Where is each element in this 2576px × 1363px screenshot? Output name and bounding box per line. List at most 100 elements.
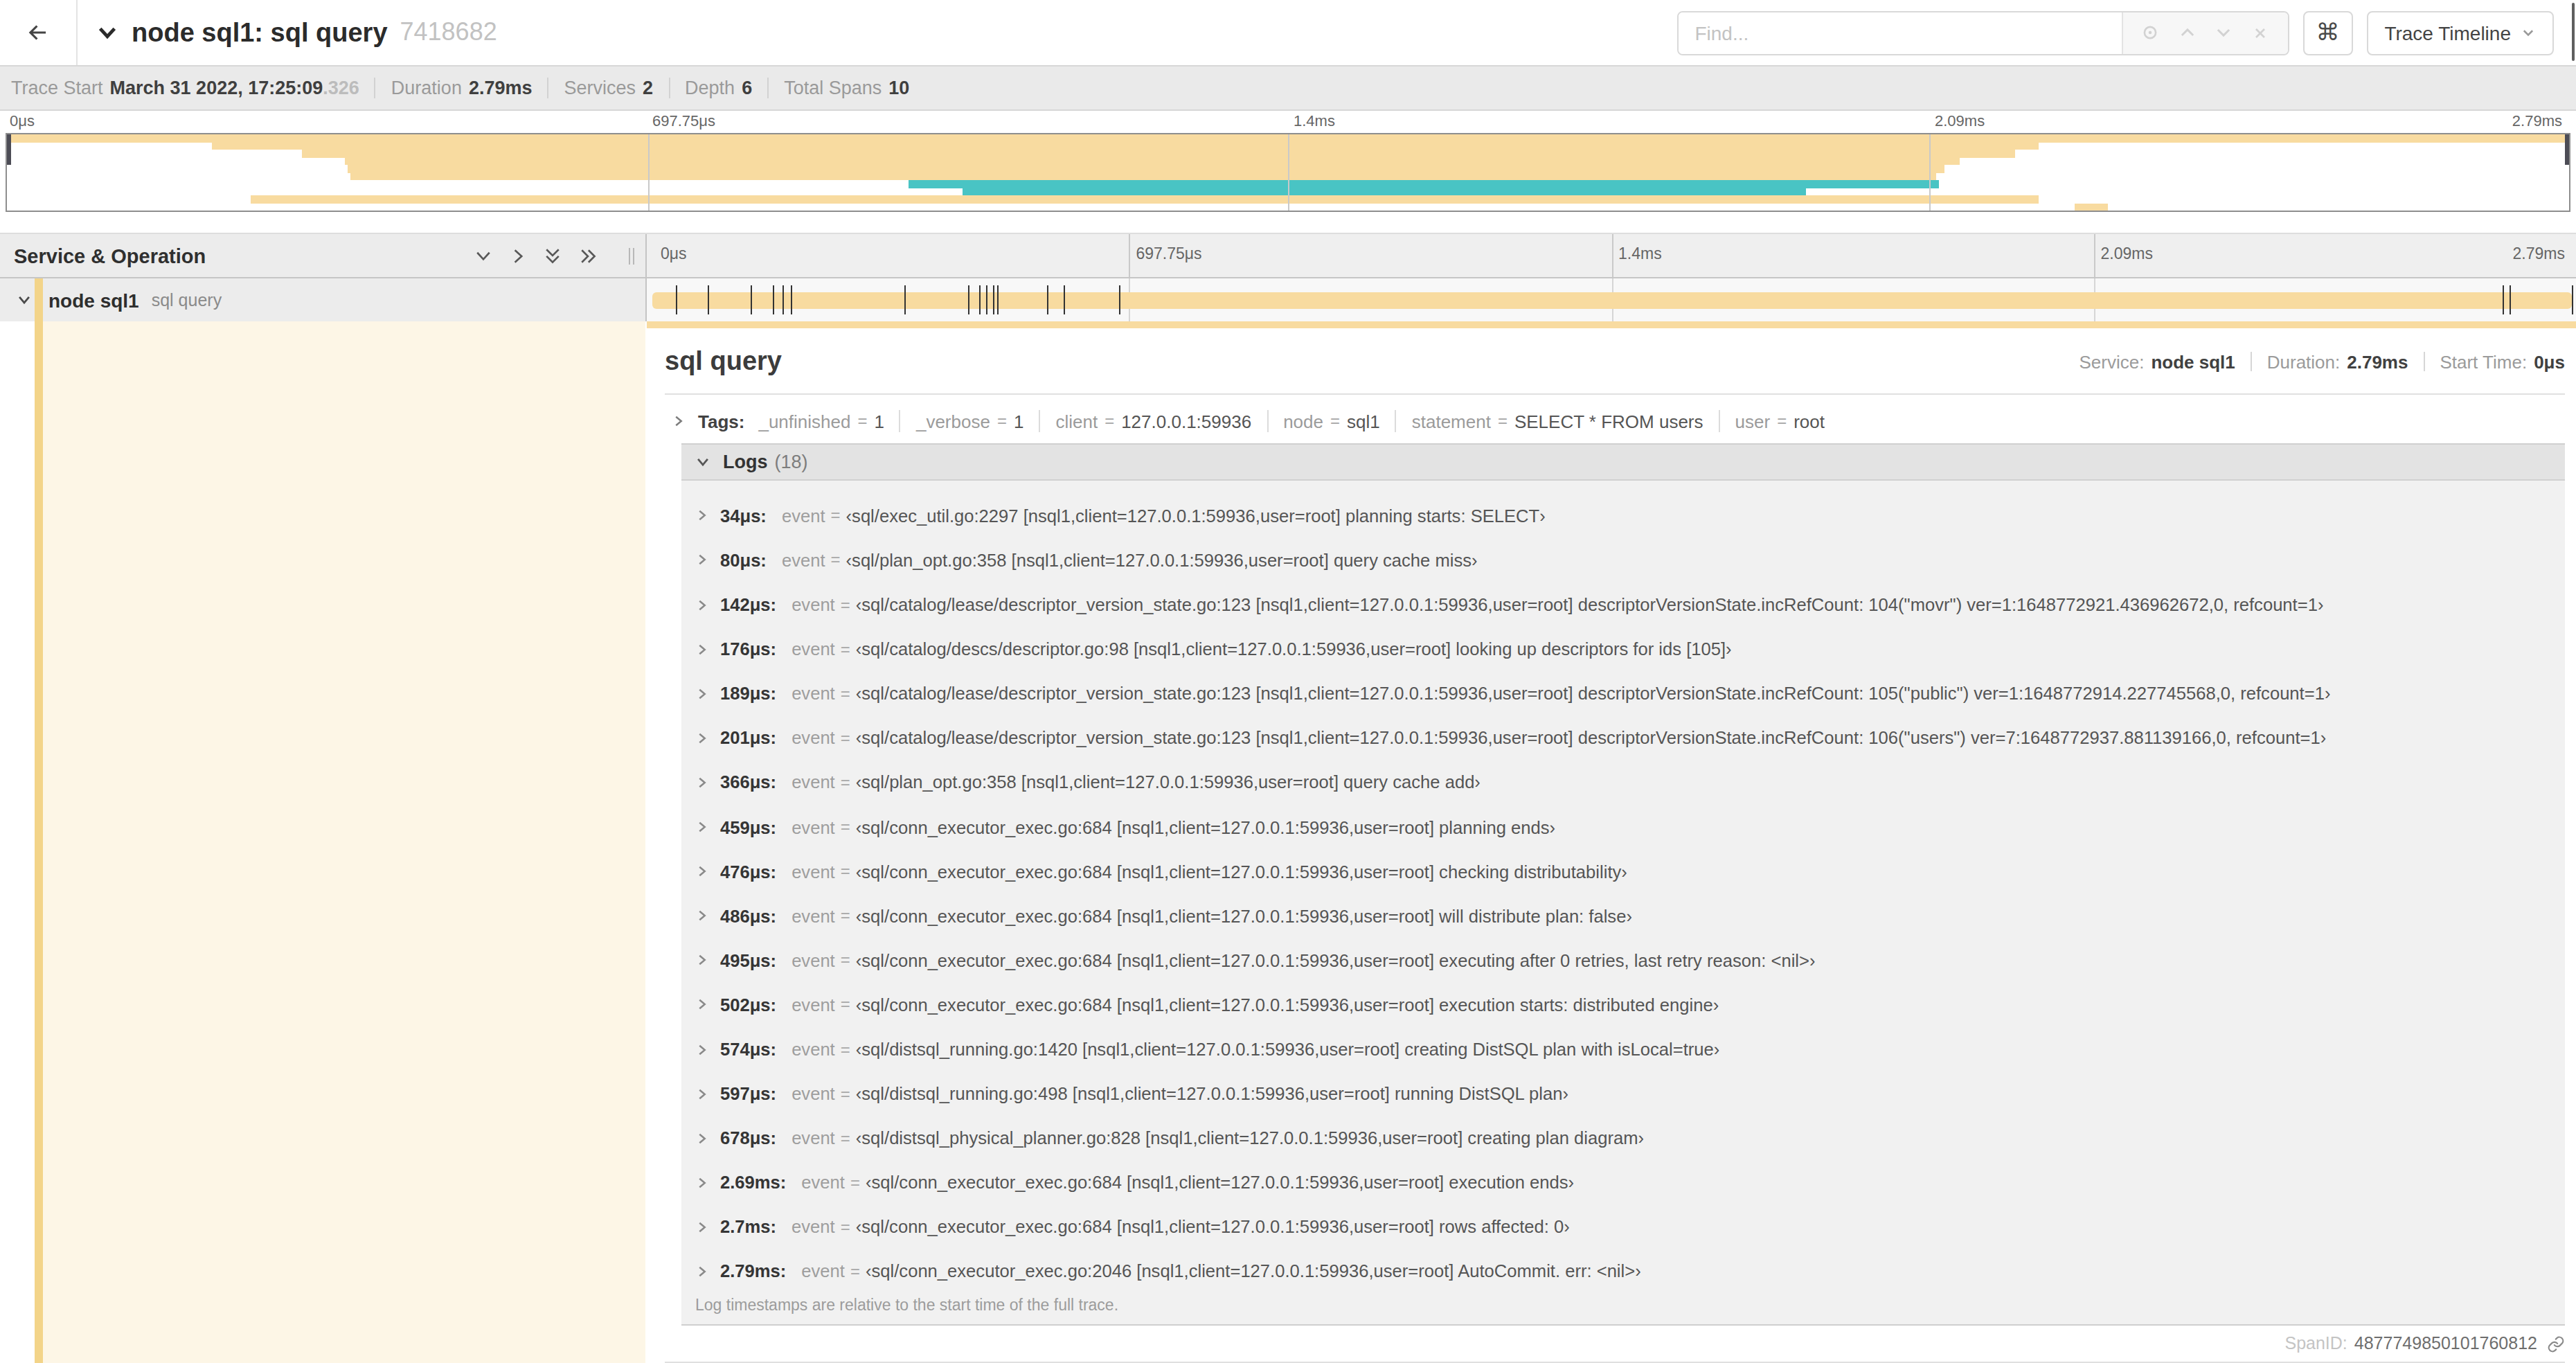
log-row[interactable]: 476μs:event=‹sql/conn_executor_exec.go:6… (681, 849, 2565, 893)
chevron-right-icon (695, 820, 709, 834)
meta-value: 2.79ms (2347, 351, 2408, 372)
time-tick-label: 0μs (10, 112, 35, 129)
span-duration-bar[interactable] (652, 292, 2572, 308)
tag-separator (900, 410, 901, 432)
log-row[interactable]: 80μs:event=‹sql/plan_opt.go:358 [nsql1,c… (681, 538, 2565, 582)
span-row[interactable]: node sql1 sql query (0, 278, 2576, 321)
chevron-right-icon (695, 1042, 709, 1056)
span-detail-left-column (0, 321, 647, 1363)
timeline-gridline (2094, 234, 2095, 277)
tag-value: root (1794, 411, 1825, 431)
span-log-tick (2503, 285, 2505, 314)
log-equals: = (841, 1218, 850, 1237)
log-row[interactable]: 574μs:event=‹sql/distsql_running.go:1420… (681, 1027, 2565, 1071)
log-field-key: event (791, 684, 835, 704)
next-match-icon[interactable] (2215, 24, 2233, 42)
log-row[interactable]: 176μs:event=‹sql/catalog/descs/descripto… (681, 627, 2565, 671)
log-field-value: ‹sql/conn_executor_exec.go:2046 [nsql1,c… (866, 1261, 1641, 1282)
log-row[interactable]: 34μs:event=‹sql/exec_util.go:2297 [nsql1… (681, 494, 2565, 538)
log-equals: = (831, 506, 841, 526)
back-button[interactable] (0, 0, 78, 65)
trace-minimap: 0μs697.75μs1.4ms2.09ms2.79ms (0, 111, 2576, 212)
chevron-right-icon (695, 731, 709, 745)
log-field-key: event (791, 1128, 835, 1148)
log-row[interactable]: 2.79ms:event=‹sql/conn_executor_exec.go:… (681, 1249, 2565, 1294)
log-equals: = (841, 862, 850, 881)
span-timeline-cell[interactable] (647, 278, 2576, 321)
span-log-tick (791, 285, 792, 314)
chevron-right-icon (695, 598, 709, 612)
log-row[interactable]: 502μs:event=‹sql/conn_executor_exec.go:6… (681, 983, 2565, 1027)
log-timestamp: 574μs: (720, 1039, 776, 1060)
log-row[interactable]: 486μs:event=‹sql/conn_executor_exec.go:6… (681, 893, 2565, 938)
log-row[interactable]: 597μs:event=‹sql/distsql_running.go:498 … (681, 1071, 2565, 1116)
summary-value: 6 (742, 78, 752, 98)
tags-row[interactable]: Tags: _unfinished=1_verbose=1client=127.… (672, 407, 2565, 436)
log-field-value: ‹sql/distsql_running.go:498 [nsql1,clien… (856, 1083, 1568, 1104)
log-row[interactable]: 142μs:event=‹sql/catalog/lease/descripto… (681, 582, 2565, 627)
span-log-tick (993, 285, 994, 314)
log-field-key: event (791, 905, 835, 926)
keyboard-shortcuts-button[interactable]: ⌘ (2302, 10, 2352, 55)
tag-equals: = (997, 411, 1007, 431)
column-resize-handle[interactable] (629, 248, 634, 265)
match-focus-icon[interactable] (2142, 24, 2160, 42)
summary-label: Duration (391, 78, 462, 98)
tag-separator (1039, 410, 1040, 432)
span-id-label: SpanID: (2284, 1334, 2347, 1353)
clear-find-icon[interactable] (2252, 24, 2269, 41)
summary-separator (668, 78, 670, 98)
expand-one-icon[interactable] (508, 246, 528, 265)
minimap-right-scrubber[interactable] (2565, 134, 2569, 165)
chevron-right-icon (695, 909, 709, 923)
log-row[interactable]: 366μs:event=‹sql/plan_opt.go:358 [nsql1,… (681, 760, 2565, 805)
summary-separator (767, 78, 769, 98)
span-log-tick (1063, 285, 1064, 314)
minimap-left-scrubber[interactable] (7, 134, 11, 165)
span-color-accent (35, 278, 43, 321)
log-field-key: event (791, 950, 835, 971)
span-service-name: node sql1 (48, 289, 139, 311)
minimap-canvas[interactable] (6, 133, 2570, 212)
log-field-value: ‹sql/conn_executor_exec.go:684 [nsql1,cl… (866, 1173, 1574, 1193)
time-tick-label: 2.79ms (2513, 245, 2565, 262)
chevron-right-icon (672, 414, 686, 428)
logs-header[interactable]: Logs (18) (681, 444, 2565, 481)
link-icon[interactable] (2547, 1335, 2565, 1353)
span-name-column[interactable]: node sql1 sql query (0, 278, 647, 321)
summary-label: Total Spans (784, 78, 882, 98)
span-log-tick (980, 285, 981, 314)
log-field-value: ‹sql/catalog/lease/descriptor_version_st… (856, 728, 2326, 749)
expand-all-icon[interactable] (578, 246, 598, 265)
log-row[interactable]: 495μs:event=‹sql/conn_executor_exec.go:6… (681, 938, 2565, 983)
time-tick-label: 2.09ms (2101, 245, 2153, 262)
chevron-right-icon (695, 1131, 709, 1145)
log-row[interactable]: 2.7ms:event=‹sql/conn_executor_exec.go:6… (681, 1205, 2565, 1249)
find-input[interactable] (1678, 12, 2121, 53)
log-equals: = (841, 1040, 850, 1059)
chevron-right-icon (695, 1265, 709, 1279)
log-row[interactable]: 189μs:event=‹sql/catalog/lease/descripto… (681, 671, 2565, 715)
chevron-down-icon (695, 455, 710, 470)
span-detail-meta: Service:node sql1Duration:2.79msStart Ti… (2079, 351, 2565, 372)
trace-collapse-icon[interactable] (97, 22, 118, 43)
summary-value-fraction: .326 (323, 78, 359, 98)
span-log-tick (987, 285, 988, 314)
log-row[interactable]: 678μs:event=‹sql/distsql_physical_planne… (681, 1116, 2565, 1160)
span-collapse-icon[interactable] (17, 292, 32, 308)
log-field-value: ‹sql/conn_executor_exec.go:684 [nsql1,cl… (856, 950, 1816, 971)
trace-view-selector[interactable]: Trace Timeline (2366, 10, 2554, 55)
summary-separator (375, 78, 376, 98)
time-tick-label: 2.09ms (1935, 112, 1985, 129)
log-row[interactable]: 201μs:event=‹sql/catalog/lease/descripto… (681, 716, 2565, 760)
log-equals: = (841, 773, 850, 792)
prev-match-icon[interactable] (2179, 24, 2197, 42)
collapse-all-icon[interactable] (543, 245, 562, 266)
span-operation-name: sql query (152, 290, 222, 310)
timeline-ruler: 0μs697.75μs1.4ms2.09ms2.79ms (647, 234, 2576, 277)
scrollbar-thumb[interactable] (2571, 3, 2575, 61)
collapse-one-icon[interactable] (474, 246, 493, 265)
log-field-value: ‹sql/conn_executor_exec.go:684 [nsql1,cl… (856, 905, 1632, 926)
log-row[interactable]: 459μs:event=‹sql/conn_executor_exec.go:6… (681, 805, 2565, 849)
log-row[interactable]: 2.69ms:event=‹sql/conn_executor_exec.go:… (681, 1160, 2565, 1204)
